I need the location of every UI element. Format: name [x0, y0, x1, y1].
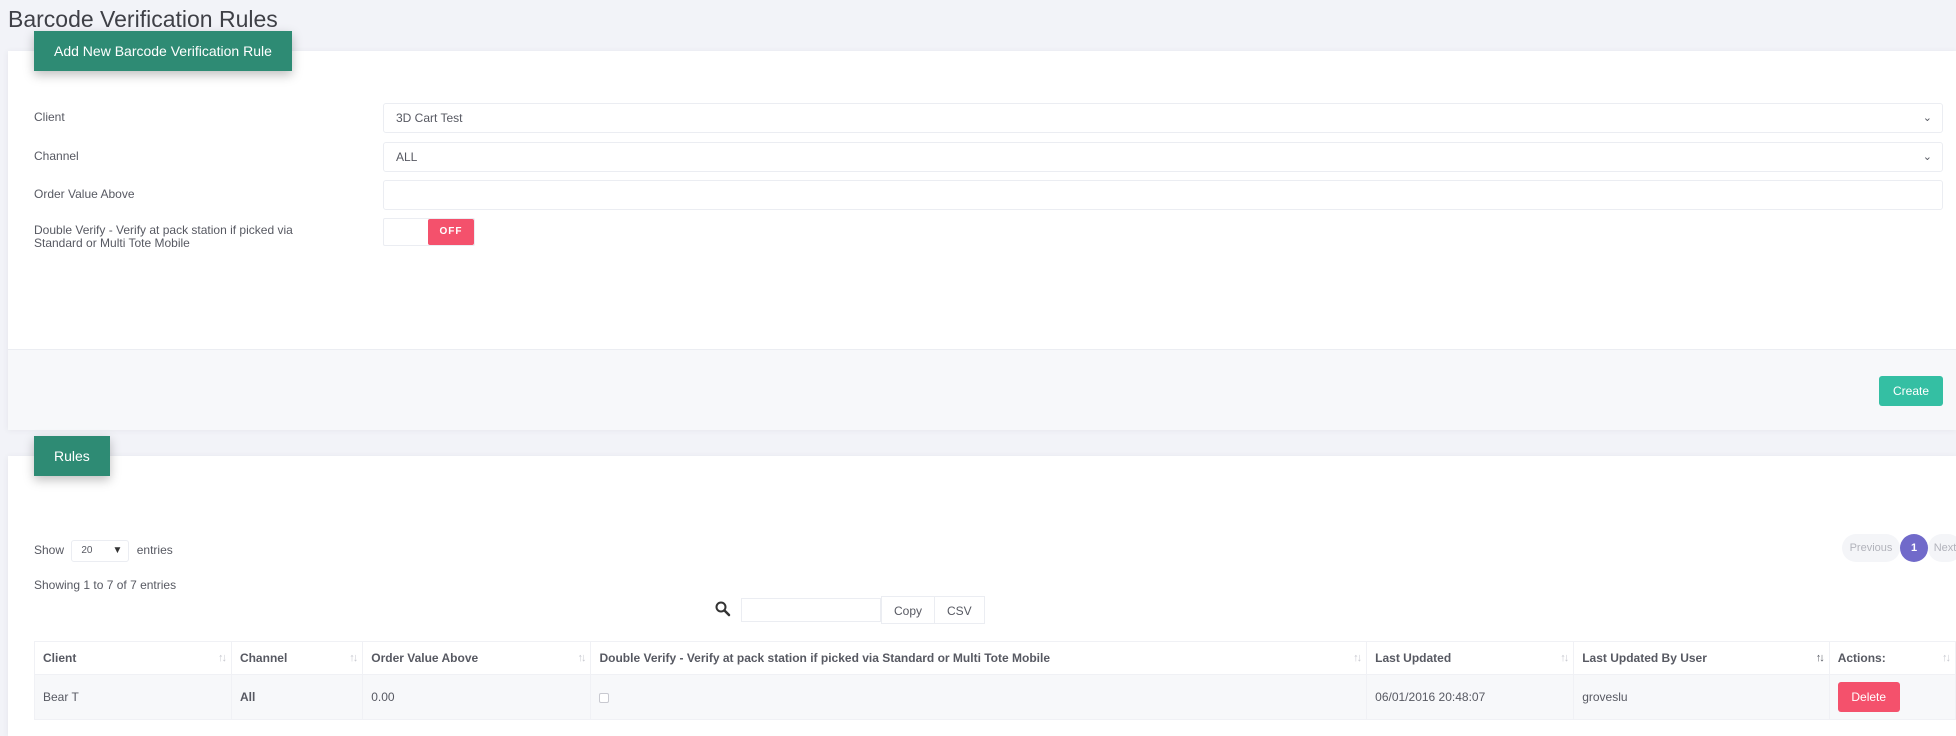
- column-header-label: Double Verify - Verify at pack station i…: [599, 651, 1051, 665]
- caret-down-icon: ▼: [112, 544, 123, 556]
- column-header-label: Last Updated By User: [1582, 651, 1707, 665]
- cell-client: Bear T: [34, 674, 232, 720]
- create-button[interactable]: Create: [1879, 376, 1943, 406]
- column-header-label: Actions:: [1837, 651, 1886, 665]
- chevron-down-icon: ⌄: [1922, 151, 1932, 163]
- page-length-control: Show 20 ▼ entries: [34, 539, 173, 562]
- rules-portlet: Rules Show 20 ▼ entries Showing 1 to 7 o…: [8, 436, 1956, 736]
- search-icon: [715, 601, 731, 617]
- sort-icon: ↑↓: [577, 652, 586, 664]
- column-header-label: Last Updated: [1375, 651, 1452, 665]
- cell-actions: Delete: [1828, 674, 1956, 720]
- column-header-last-updated[interactable]: Last Updated ↑↓: [1366, 641, 1575, 675]
- next-page-button[interactable]: Next: [1928, 534, 1956, 562]
- cell-order-value: 0.00: [362, 674, 592, 720]
- table-row: Bear T All 0.00 06/01/2016 20:48:07 grov…: [34, 674, 1956, 720]
- client-label: Client: [34, 110, 65, 124]
- cell-user: groveslu: [1573, 674, 1830, 720]
- page-length-select[interactable]: 20 ▼: [71, 539, 130, 562]
- show-label: Show: [34, 543, 65, 557]
- channel-label: Channel: [34, 149, 79, 163]
- add-rule-header: Add New Barcode Verification Rule: [34, 31, 292, 71]
- cell-last-updated: 06/01/2016 20:48:07: [1366, 674, 1575, 720]
- double-verify-checkbox: [599, 692, 610, 703]
- csv-button[interactable]: CSV: [935, 596, 985, 624]
- client-select-value: 3D Cart Test: [396, 111, 463, 125]
- double-verify-row: Double Verify - Verify at pack station i…: [34, 218, 1956, 250]
- rules-table: Client ↑↓ Channel ↑↓ Order Value Above ↑↓ D…: [34, 641, 1956, 720]
- copy-button[interactable]: Copy: [881, 596, 936, 624]
- column-header-client[interactable]: Client ↑↓: [34, 641, 232, 675]
- column-header-actions[interactable]: Actions: ↑↓: [1828, 641, 1956, 675]
- column-header-label: Client: [43, 651, 77, 665]
- column-header-last-updated-by[interactable]: Last Updated By User ↑↓: [1573, 641, 1830, 675]
- sort-icon: ↑↓: [1942, 652, 1951, 664]
- client-row: Client 3D Cart Test ⌄: [34, 103, 1956, 133]
- search-input[interactable]: [741, 598, 881, 622]
- rules-header: Rules: [34, 436, 110, 476]
- sort-icon: ↑↓: [349, 652, 358, 664]
- order-value-input[interactable]: [383, 180, 1943, 210]
- previous-page-button[interactable]: Previous: [1842, 534, 1900, 562]
- column-header-label: Order Value Above: [371, 651, 479, 665]
- page-length-value: 20: [81, 544, 93, 556]
- double-verify-toggle[interactable]: OFF: [383, 218, 475, 246]
- page-1-button[interactable]: 1: [1900, 534, 1928, 562]
- add-rule-portlet: Add New Barcode Verification Rule Client…: [8, 31, 1956, 430]
- channel-select-value: ALL: [396, 150, 418, 164]
- column-header-double-verify[interactable]: Double Verify - Verify at pack station i…: [590, 641, 1368, 675]
- sort-icon: ↑↓: [1353, 652, 1362, 664]
- table-header-row: Client ↑↓ Channel ↑↓ Order Value Above ↑↓ D…: [34, 641, 1956, 675]
- page-title: Barcode Verification Rules: [8, 6, 278, 32]
- table-info: Showing 1 to 7 of 7 entries: [34, 578, 177, 592]
- cell-double-verify: [590, 674, 1368, 720]
- double-verify-label: Double Verify - Verify at pack station i…: [34, 223, 293, 250]
- chevron-down-icon: ⌄: [1922, 112, 1932, 124]
- order-value-row: Order Value Above: [34, 180, 1956, 210]
- delete-button[interactable]: Delete: [1837, 682, 1900, 712]
- form-footer: Create: [8, 349, 1956, 430]
- entries-label: entries: [136, 543, 173, 557]
- column-header-channel[interactable]: Channel ↑↓: [230, 641, 364, 675]
- channel-select[interactable]: ALL ⌄: [383, 142, 1943, 172]
- sort-icon: ↑↓: [1815, 652, 1825, 664]
- toggle-state-off: OFF: [428, 219, 474, 245]
- column-header-label: Channel: [239, 651, 288, 665]
- sort-icon: ↑↓: [1560, 652, 1569, 664]
- order-value-label: Order Value Above: [34, 187, 135, 201]
- channel-row: Channel ALL ⌄: [34, 142, 1956, 172]
- client-select[interactable]: 3D Cart Test ⌄: [383, 103, 1943, 133]
- export-buttons: Copy CSV: [881, 596, 985, 624]
- column-header-order-value[interactable]: Order Value Above ↑↓: [362, 641, 592, 675]
- sort-icon: ↑↓: [217, 652, 227, 664]
- cell-channel: All: [230, 674, 364, 720]
